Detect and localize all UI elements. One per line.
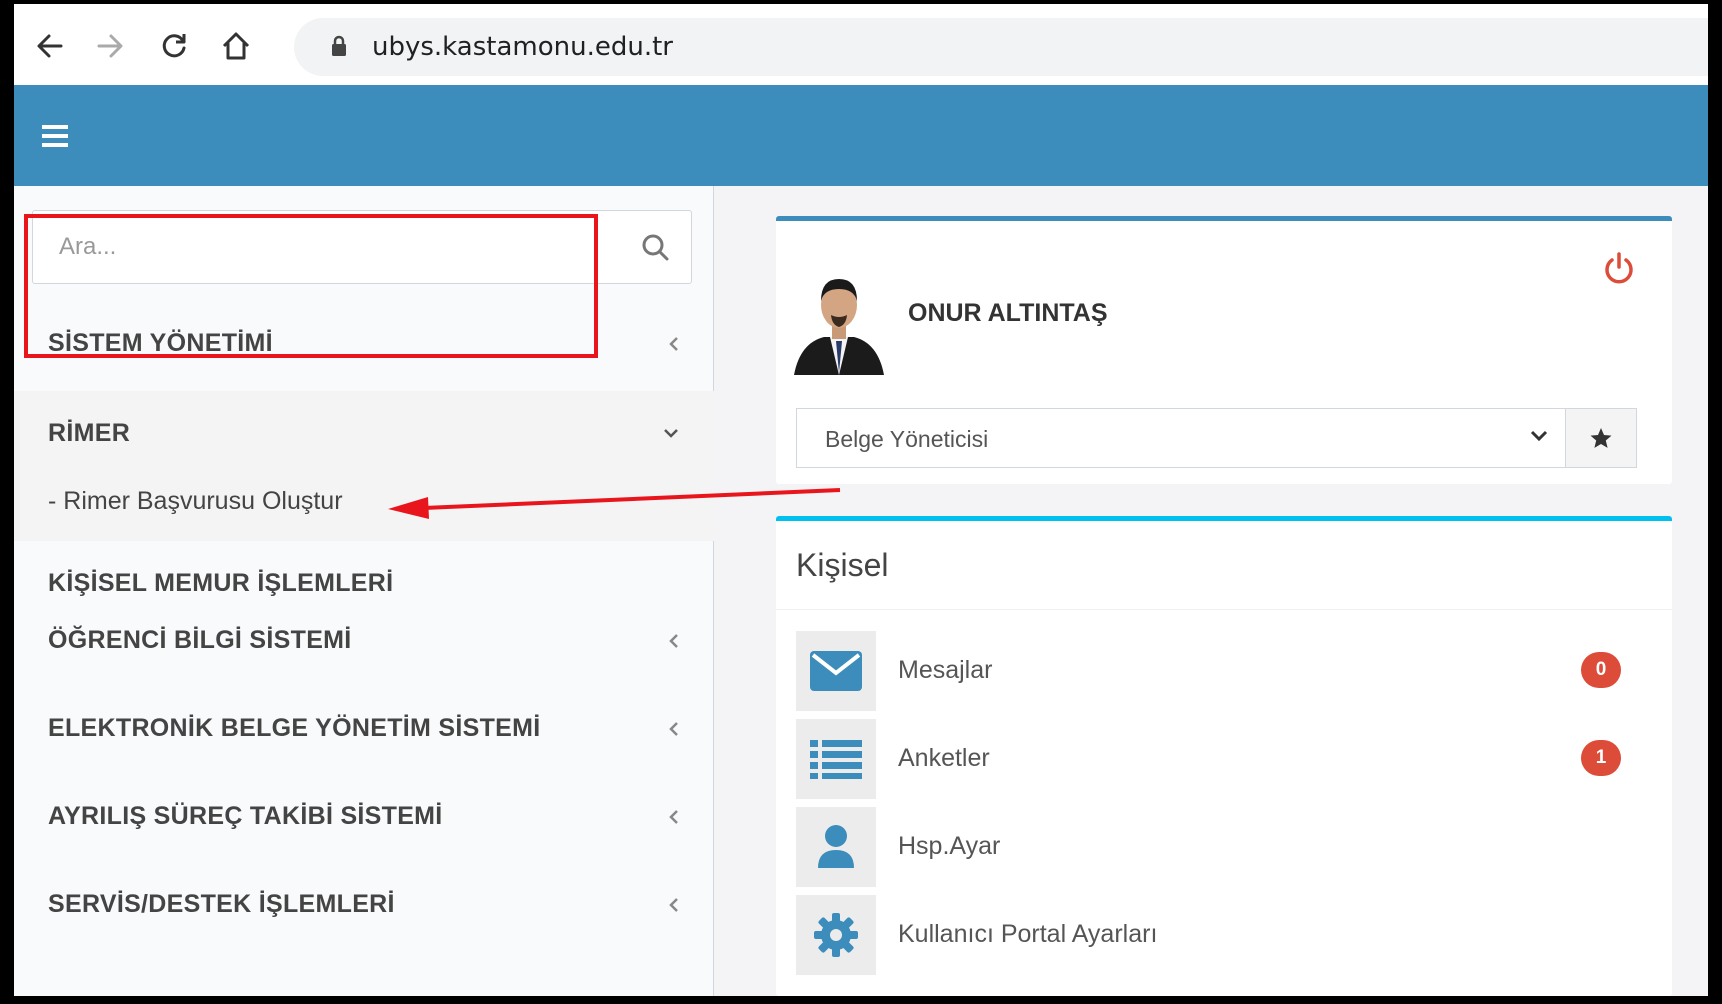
kisisel-card: Kişisel Mesajlar 0 Anketler 1 Hsp.Ayar K… — [776, 516, 1672, 996]
kisisel-item-hsp-ayar[interactable]: Hsp.Ayar — [796, 807, 1656, 887]
lock-icon — [332, 35, 346, 56]
message-count-badge: 0 — [1581, 652, 1621, 688]
kisisel-item-label: Hsp.Ayar — [898, 832, 1001, 860]
sidebar-section-rimer: RİMER - Rimer Başvurusu Oluştur — [14, 391, 714, 541]
sidebar-item-label: KİŞİSEL MEMUR İŞLEMLERİ — [48, 569, 394, 597]
forward-arrow-icon — [97, 34, 123, 58]
sidebar-subitem-rimer-basvurusu-olustur[interactable]: - Rimer Başvurusu Oluştur — [48, 487, 343, 516]
back-arrow-icon — [37, 34, 63, 58]
role-select[interactable]: Belge Yöneticisi — [796, 408, 1566, 468]
sidebar-item-rimer[interactable]: RİMER — [14, 391, 714, 477]
address-bar[interactable]: ubys.kastamonu.edu.tr — [294, 18, 1708, 76]
list-icon — [810, 740, 862, 779]
role-select-value: Belge Yöneticisi — [825, 426, 989, 452]
browser-window: ubys.kastamonu.edu.tr SİSTEM YÖNETİMİ Rİ… — [14, 4, 1708, 996]
favorite-role-button[interactable] — [1565, 408, 1637, 468]
kisisel-item-kullanici-portal-ayarlari[interactable]: Kullanıcı Portal Ayarları — [796, 895, 1656, 975]
sidebar-item-elektronik-belge-yonetim-sistemi[interactable]: ELEKTRONİK BELGE YÖNETİM SİSTEMİ — [14, 686, 714, 772]
gear-icon-box — [796, 895, 876, 975]
kisisel-item-mesajlar[interactable]: Mesajlar 0 — [796, 631, 1656, 711]
sidebar-item-label: AYRILIŞ SÜREÇ TAKİBİ SİSTEMİ — [48, 802, 443, 830]
power-icon[interactable] — [1602, 251, 1636, 285]
chevron-left-icon — [669, 722, 678, 736]
annotation-highlight-box — [24, 214, 598, 358]
chevron-left-icon — [669, 634, 678, 648]
star-icon — [1590, 428, 1612, 448]
divider — [776, 609, 1672, 610]
avatar — [794, 279, 884, 375]
envelope-icon-box — [796, 631, 876, 711]
envelope-icon — [810, 651, 862, 691]
chevron-down-icon — [664, 429, 678, 438]
home-icon — [222, 32, 250, 60]
user-name: ONUR ALTINTAŞ — [908, 299, 1108, 327]
user-icon-box — [796, 807, 876, 887]
chevron-down-icon — [1530, 430, 1548, 442]
chevron-left-icon — [669, 810, 678, 824]
kisisel-item-anketler[interactable]: Anketler 1 — [796, 719, 1656, 799]
sidebar-item-label: RİMER — [48, 419, 131, 447]
sidebar-item-ogrenci-bilgi-sistemi[interactable]: ÖĞRENCİ BİLGİ SİSTEMİ — [14, 598, 714, 684]
kisisel-item-label: Mesajlar — [898, 656, 993, 684]
search-icon[interactable] — [641, 233, 669, 261]
app-header — [14, 85, 1708, 186]
url-text: ubys.kastamonu.edu.tr — [372, 32, 673, 62]
sidebar-item-label: SERVİS/DESTEK İŞLEMLERİ — [48, 890, 395, 918]
profile-card: ONUR ALTINTAŞ Belge Yöneticisi — [776, 216, 1672, 484]
gear-icon — [814, 913, 858, 957]
chevron-left-icon — [669, 898, 678, 912]
home-button[interactable] — [216, 26, 256, 66]
user-icon — [818, 825, 854, 868]
kisisel-title: Kişisel — [796, 547, 889, 583]
sidebar-item-label: ELEKTRONİK BELGE YÖNETİM SİSTEMİ — [48, 714, 541, 742]
list-icon-box — [796, 719, 876, 799]
hamburger-menu-icon[interactable] — [42, 125, 68, 147]
kisisel-item-label: Kullanıcı Portal Ayarları — [898, 920, 1158, 948]
survey-count-badge: 1 — [1581, 740, 1621, 776]
sidebar-item-servis-destek-islemleri[interactable]: SERVİS/DESTEK İŞLEMLERİ — [14, 862, 714, 948]
chevron-left-icon — [669, 337, 678, 351]
sidebar-item-label: ÖĞRENCİ BİLGİ SİSTEMİ — [48, 626, 352, 654]
browser-toolbar: ubys.kastamonu.edu.tr — [14, 4, 1708, 85]
reload-icon — [162, 34, 186, 58]
back-button[interactable] — [30, 26, 70, 66]
forward-button[interactable] — [90, 26, 130, 66]
kisisel-item-label: Anketler — [898, 744, 990, 772]
reload-button[interactable] — [154, 26, 194, 66]
sidebar-item-ayrilis-surec-takibi-sistemi[interactable]: AYRILIŞ SÜREÇ TAKİBİ SİSTEMİ — [14, 774, 714, 860]
